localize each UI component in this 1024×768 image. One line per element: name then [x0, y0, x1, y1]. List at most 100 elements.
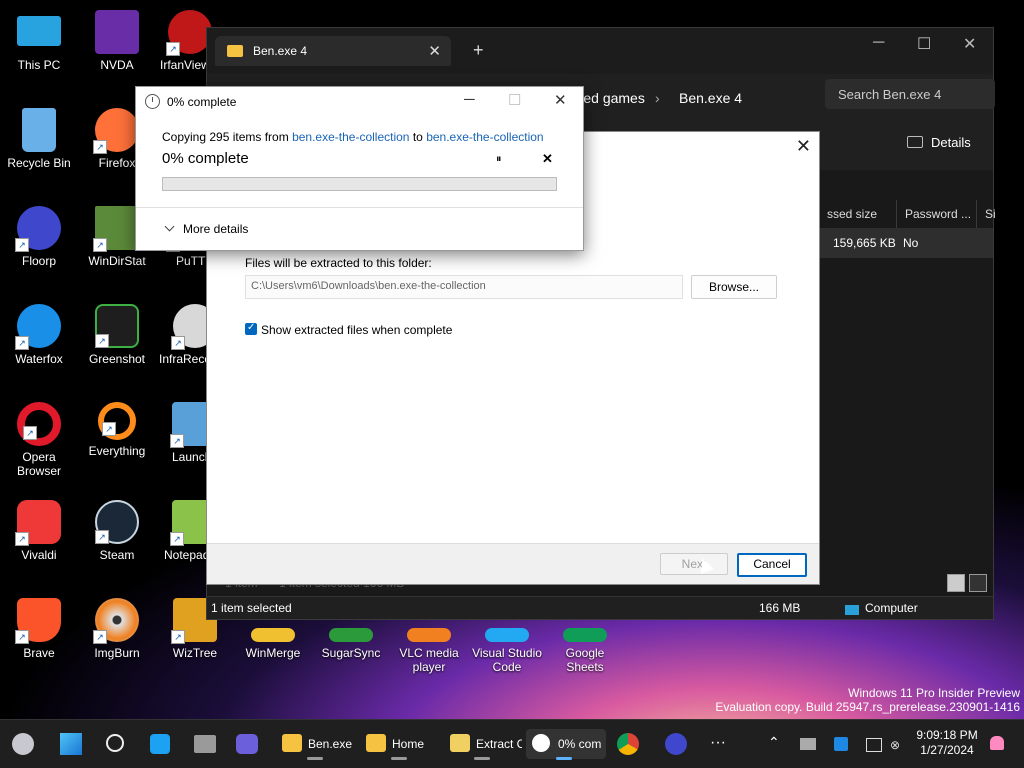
details-view-icon[interactable]	[947, 574, 965, 592]
desktop-icon-vlc[interactable]: VLC media player	[390, 628, 468, 674]
desktop-icon-floorp[interactable]: ↗ Floorp	[0, 206, 78, 268]
progress-minimize-button[interactable]: ─	[464, 91, 475, 108]
nvda-icon	[95, 10, 139, 54]
desktop-icon-recycle-bin[interactable]: Recycle Bin	[0, 108, 78, 170]
status-selected: 1 item selected	[211, 601, 292, 615]
copying-summary: Copying 295 items from ben.exe-the-colle…	[162, 130, 544, 144]
progress-maximize-button[interactable]: ☐	[508, 91, 521, 109]
desktop-icon-waterfox[interactable]: ↗ Waterfox	[0, 304, 78, 366]
new-tab-button[interactable]: +	[473, 40, 484, 61]
taskbar-app-explorer-home[interactable]: Home	[360, 729, 442, 760]
tab-title: Ben.exe 4	[253, 44, 308, 58]
copy-progress-dialog: 0% complete ─ ☐ ✕ Copying 295 items from…	[135, 86, 584, 251]
sheets-icon	[563, 628, 607, 642]
desktop-icon-vscode[interactable]: Visual Studio Code	[468, 628, 546, 674]
taskbar-app-copy-progress[interactable]: 0% com	[526, 729, 606, 760]
teams-chat-icon[interactable]	[236, 734, 258, 754]
column-compressed-size[interactable]: ssed size	[819, 200, 897, 228]
desktop-icon-brave[interactable]: ↗ Brave	[0, 598, 78, 660]
wizard-close-button[interactable]: ✕	[796, 136, 811, 157]
magnifier-icon: ↗	[98, 402, 136, 440]
start-windows-icon[interactable]	[60, 733, 82, 755]
desktop-icon-winmerge[interactable]: WinMerge	[234, 628, 312, 660]
percent-complete-text: 0% complete	[162, 150, 249, 167]
details-pane-icon	[907, 136, 923, 148]
tray-overflow-chevron-icon[interactable]: ⌃	[768, 734, 780, 751]
running-indicator	[307, 757, 324, 760]
taskbar-app-explorer-ben[interactable]: Ben.exe	[276, 729, 358, 760]
floorp-icon[interactable]	[665, 733, 687, 755]
folder-icon	[227, 45, 243, 57]
desktop-icon-label: Steam	[99, 548, 135, 562]
more-details-toggle[interactable]: More details	[164, 221, 249, 236]
progress-window-title: 0% complete	[167, 95, 237, 109]
column-password[interactable]: Password ...	[897, 200, 977, 228]
notepad-icon: ↗	[170, 500, 206, 546]
chrome-icon[interactable]	[617, 733, 639, 755]
desktop-icon-everything[interactable]: ↗ Everything	[78, 402, 156, 458]
desktop-icon-imgburn[interactable]: ↗ ImgBurn	[78, 598, 156, 660]
display-icon[interactable]	[866, 738, 882, 752]
column-size[interactable]: Si	[977, 200, 996, 228]
network-icon[interactable]	[800, 738, 816, 750]
extract-folder-input[interactable]: C:\Users\vm6\Downloads\ben.exe-the-colle…	[245, 275, 683, 299]
cancel-button[interactable]: Cancel	[737, 553, 807, 577]
desktop-icon-notepad[interactable]: ↗ Notepad	[156, 500, 206, 562]
tab-ben-exe-4[interactable]: Ben.exe 4 ✕	[215, 36, 451, 66]
details-button[interactable]: Details	[907, 135, 971, 150]
tab-bar: Ben.exe 4 ✕ + ─ ☐ ✕	[207, 28, 993, 74]
tiles-view-icon[interactable]	[969, 574, 987, 592]
desktop-icon-nvda[interactable]: NVDA	[78, 10, 156, 72]
search-icon[interactable]	[106, 734, 124, 752]
destination-link[interactable]: ben.exe-the-collection	[426, 130, 543, 144]
brave-icon: ↗	[15, 598, 61, 644]
desktop-icon-vivaldi[interactable]: ↗ Vivaldi	[0, 500, 78, 562]
show-files-checkbox[interactable]: ✓	[245, 322, 257, 335]
minimize-button[interactable]: ─	[873, 34, 884, 52]
breadcrumb-separator: ›	[655, 90, 660, 106]
desktop-icon-google-sheets[interactable]: Google Sheets	[546, 628, 624, 674]
checkmark-icon: ✓	[247, 322, 256, 333]
desktop-icon-this-pc[interactable]: This PC	[0, 10, 78, 72]
infrarecorder-icon: ↗	[171, 304, 206, 350]
evaluation-watermark: Windows 11 Pro Insider Preview Evaluatio…	[715, 686, 1020, 714]
waterfox-icon: ↗	[15, 304, 61, 350]
taskbar-app-extract[interactable]: Extract C	[444, 729, 524, 760]
desktop-icon-opera[interactable]: ↗ Opera Browser	[0, 402, 78, 478]
desktop-icon-irfanview[interactable]: ↗ IrfanView	[156, 10, 212, 72]
more-details-label: More details	[183, 222, 249, 236]
running-indicator	[391, 757, 408, 760]
extract-folder-label: Files will be extracted to this folder:	[245, 256, 432, 270]
task-view-icon[interactable]	[194, 735, 216, 753]
copying-to: to	[412, 130, 423, 144]
clock-icon	[145, 94, 160, 109]
notification-bell-icon[interactable]	[990, 736, 1004, 750]
security-shield-icon[interactable]	[834, 737, 848, 751]
desktop-icon-launch[interactable]: ↗ Launch	[156, 402, 206, 464]
browse-button[interactable]: Browse...	[691, 275, 777, 299]
source-link[interactable]: ben.exe-the-collection	[292, 130, 409, 144]
stop-button[interactable]: ✕	[542, 151, 553, 167]
desktop-icon-sugarsync[interactable]: SugarSync	[312, 628, 390, 660]
more-apps-icon[interactable]: ···	[710, 734, 726, 752]
desktop-icon-label: SugarSync	[321, 646, 381, 660]
next-button[interactable]: Next	[660, 553, 728, 575]
clock-area[interactable]: 9:09:18 PM 1/27/2024	[910, 728, 984, 758]
breadcrumb-current[interactable]: Ben.exe 4	[679, 90, 742, 106]
tab-close-icon[interactable]: ✕	[428, 42, 441, 60]
progress-close-button[interactable]: ✕	[554, 91, 567, 109]
close-button[interactable]: ✕	[963, 34, 976, 54]
sugarsync-icon	[329, 628, 373, 642]
widgets-icon[interactable]	[12, 733, 34, 755]
speaker-muted-icon[interactable]: ⊗	[890, 738, 904, 752]
desktop-icon-infrarecorder[interactable]: ↗ InfraRecorder	[156, 304, 206, 366]
desktop-icon-steam[interactable]: ↗ Steam	[78, 500, 156, 562]
pause-button[interactable]: ⏸	[496, 153, 502, 166]
vscode-icon	[485, 628, 529, 642]
desktop-icon-greenshot[interactable]: ↗ Greenshot	[78, 304, 156, 366]
maximize-button[interactable]: ☐	[917, 34, 931, 54]
desktop-icon-label: VLC media player	[399, 646, 459, 674]
chevron-down-icon	[164, 221, 175, 232]
search-input[interactable]: Search Ben.exe 4	[825, 79, 995, 109]
copilot-icon[interactable]	[150, 734, 170, 754]
